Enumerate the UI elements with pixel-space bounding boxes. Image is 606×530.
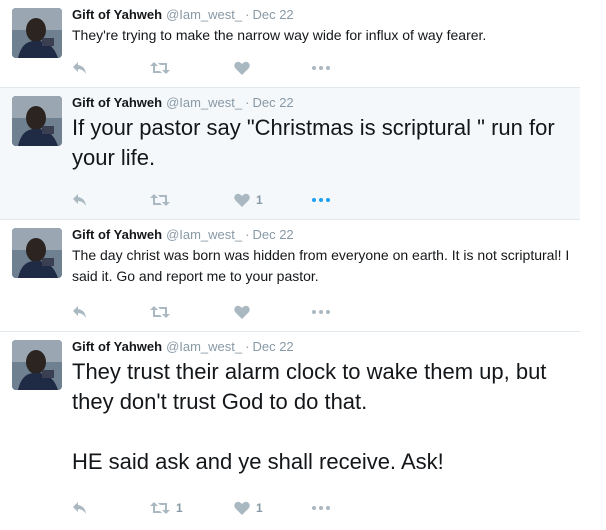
retweet-icon [150, 501, 170, 515]
tweet[interactable]: Gift of Yahweh @Iam_west_ · Dec 22 The day … [0, 220, 580, 332]
tweet-text: They trust their alarm clock to wake the… [72, 359, 547, 414]
more-button[interactable] [312, 58, 330, 78]
more-button[interactable] [312, 190, 330, 210]
retweet-icon [150, 61, 170, 75]
avatar[interactable] [12, 96, 62, 146]
reply-button[interactable] [72, 58, 88, 78]
like-button[interactable] [234, 302, 256, 322]
tweet[interactable]: Gift of Yahweh @Iam_west_ · Dec 22 If your … [0, 88, 580, 220]
like-button[interactable] [234, 58, 256, 78]
timestamp[interactable]: Dec 22 [252, 339, 293, 354]
more-icon [312, 198, 330, 202]
display-name[interactable]: Gift of Yahweh [72, 339, 162, 354]
reply-icon [72, 305, 88, 319]
reply-button[interactable] [72, 498, 88, 518]
like-count: 1 [256, 193, 263, 207]
tweet-text: If your pastor say "Christmas is scriptu… [72, 115, 555, 170]
username[interactable]: @Iam_west_ [166, 95, 242, 110]
username[interactable]: @Iam_west_ [166, 227, 242, 242]
tweet-text-paragraph: HE said ask and ye shall receive. Ask! [72, 449, 444, 474]
display-name[interactable]: Gift of Yahweh [72, 7, 162, 22]
reply-icon [72, 501, 88, 515]
username[interactable]: @Iam_west_ [166, 339, 242, 354]
timestamp[interactable]: Dec 22 [252, 95, 293, 110]
separator-dot: · [245, 95, 250, 110]
heart-icon [234, 305, 250, 319]
avatar[interactable] [12, 8, 62, 58]
display-name[interactable]: Gift of Yahweh [72, 95, 162, 110]
retweet-icon [150, 193, 170, 207]
like-count: 1 [256, 501, 263, 515]
timeline: Gift of Yahweh @Iam_west_ · Dec 22 They're … [0, 0, 580, 530]
more-icon [312, 66, 330, 70]
retweet-button[interactable] [150, 302, 176, 322]
more-icon [312, 310, 330, 314]
retweet-count: 1 [176, 501, 183, 515]
heart-icon [234, 193, 250, 207]
tweet[interactable]: Gift of Yahweh @Iam_west_ · Dec 22 They tru… [0, 332, 580, 530]
separator-dot: · [245, 7, 250, 22]
more-button[interactable] [312, 498, 330, 518]
username[interactable]: @Iam_west_ [166, 7, 242, 22]
reply-button[interactable] [72, 190, 88, 210]
retweet-button[interactable] [150, 58, 176, 78]
avatar[interactable] [12, 228, 62, 278]
reply-button[interactable] [72, 302, 88, 322]
tweet-text: The day christ was born was hidden from … [72, 247, 570, 284]
retweet-button[interactable]: 1 [150, 498, 183, 518]
tweet-text: They're trying to make the narrow way wi… [72, 27, 487, 43]
timestamp[interactable]: Dec 22 [252, 7, 293, 22]
retweet-button[interactable] [150, 190, 176, 210]
timestamp[interactable]: Dec 22 [252, 227, 293, 242]
more-button[interactable] [312, 302, 330, 322]
retweet-icon [150, 305, 170, 319]
like-button[interactable]: 1 [234, 498, 263, 518]
avatar[interactable] [12, 340, 62, 390]
more-icon [312, 506, 330, 510]
heart-icon [234, 61, 250, 75]
heart-icon [234, 501, 250, 515]
separator-dot: · [245, 227, 250, 242]
display-name[interactable]: Gift of Yahweh [72, 227, 162, 242]
separator-dot: · [245, 339, 250, 354]
like-button[interactable]: 1 [234, 190, 263, 210]
reply-icon [72, 193, 88, 207]
tweet[interactable]: Gift of Yahweh @Iam_west_ · Dec 22 They're … [0, 0, 580, 88]
reply-icon [72, 61, 88, 75]
